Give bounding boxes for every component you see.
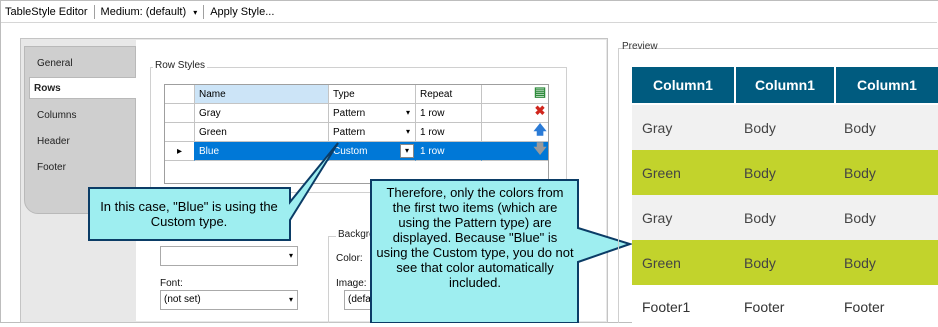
- preview-row-green: Green Body Body: [632, 150, 938, 195]
- preview-cell: Body: [744, 209, 776, 226]
- preview-header-cell: Column1: [734, 67, 834, 103]
- preview-cell: Body: [844, 119, 876, 136]
- preview-label: Preview: [622, 41, 658, 52]
- preview-row-green: Green Body Body: [632, 240, 938, 285]
- preview-cell: Green: [642, 254, 681, 271]
- preview-cell: Green: [642, 164, 681, 181]
- preview-header-cell: Column1: [653, 77, 713, 93]
- preview-cell: Body: [744, 254, 776, 271]
- preview-cell: Footer: [744, 299, 785, 315]
- preview-cell: Gray: [642, 119, 673, 136]
- preview-cell: Body: [744, 164, 776, 181]
- preview-cell: Body: [744, 119, 776, 136]
- callout-right-text: Therefore, only the colors from the firs…: [376, 185, 574, 290]
- preview-header-cell: Column1: [834, 67, 938, 103]
- preview-row-footer: Footer1 Footer Footer: [632, 287, 938, 327]
- callout-left-text: In this case, "Blue" is using the Custom…: [100, 199, 278, 229]
- preview-cell: Body: [844, 164, 876, 181]
- preview-cell: Gray: [642, 209, 673, 226]
- preview-row-gray: Gray Body Body: [632, 105, 938, 150]
- preview-cell: Body: [844, 254, 876, 271]
- preview-row-gray: Gray Body Body: [632, 195, 938, 240]
- preview-header-row: Column1 Column1 Column1: [632, 67, 938, 103]
- preview-cell: Body: [844, 209, 876, 226]
- preview-cell: Footer: [844, 299, 885, 315]
- preview-cell: Footer1: [642, 299, 691, 315]
